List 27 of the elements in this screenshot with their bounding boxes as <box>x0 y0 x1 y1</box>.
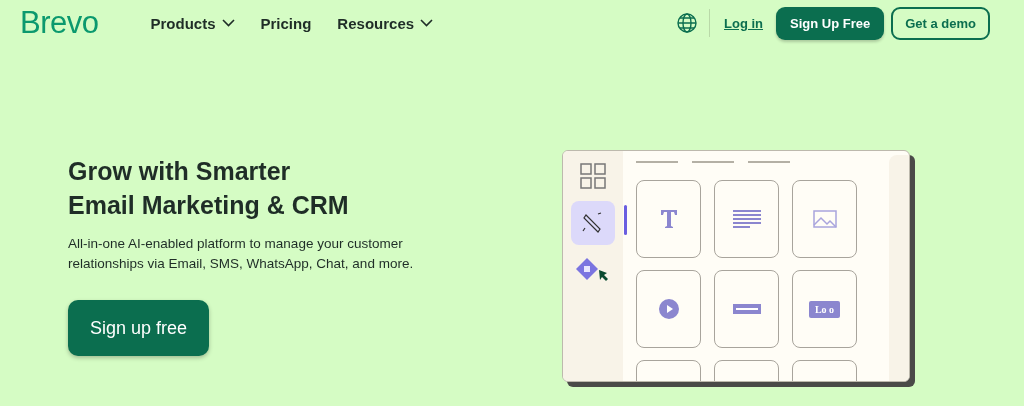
paragraph-icon <box>732 210 761 228</box>
chevron-down-icon <box>221 19 235 27</box>
button-bar-icon <box>732 304 761 314</box>
brevo-logo[interactable]: Brevo <box>20 5 99 41</box>
globe-icon[interactable] <box>677 13 697 33</box>
demo-button[interactable]: Get a demo <box>891 6 990 40</box>
play-icon <box>658 299 679 319</box>
nav-link[interactable]: Products <box>150 14 235 32</box>
hero-subtitle: All-in-one AI-enabled platform to manage your customer relationships via Email, SMS, WhatsApp, Chat, and more. <box>68 235 415 273</box>
content-block[interactable] <box>636 270 701 348</box>
login-link[interactable]: Log in <box>724 15 763 31</box>
image-icon <box>812 210 837 228</box>
content-block[interactable] <box>714 270 779 348</box>
signup-cta-button[interactable]: Sign up free <box>68 300 209 356</box>
nav-link[interactable]: Resources <box>337 14 434 32</box>
content-block[interactable]: Lo o <box>792 270 857 348</box>
active-indicator <box>624 205 627 235</box>
content-block[interactable] <box>792 180 857 258</box>
grid-icon <box>580 163 606 189</box>
content-block[interactable] <box>714 180 779 258</box>
hero-title: Grow with Smarter Email Marketing & CRM <box>68 156 350 221</box>
logo-placeholder: Lo o <box>808 300 841 318</box>
text-t-icon <box>659 209 678 229</box>
signup-button[interactable]: Sign Up Free <box>776 6 885 40</box>
chevron-down-icon <box>420 19 434 27</box>
content-block[interactable] <box>636 180 701 258</box>
nav-link[interactable]: Pricing <box>260 14 312 32</box>
